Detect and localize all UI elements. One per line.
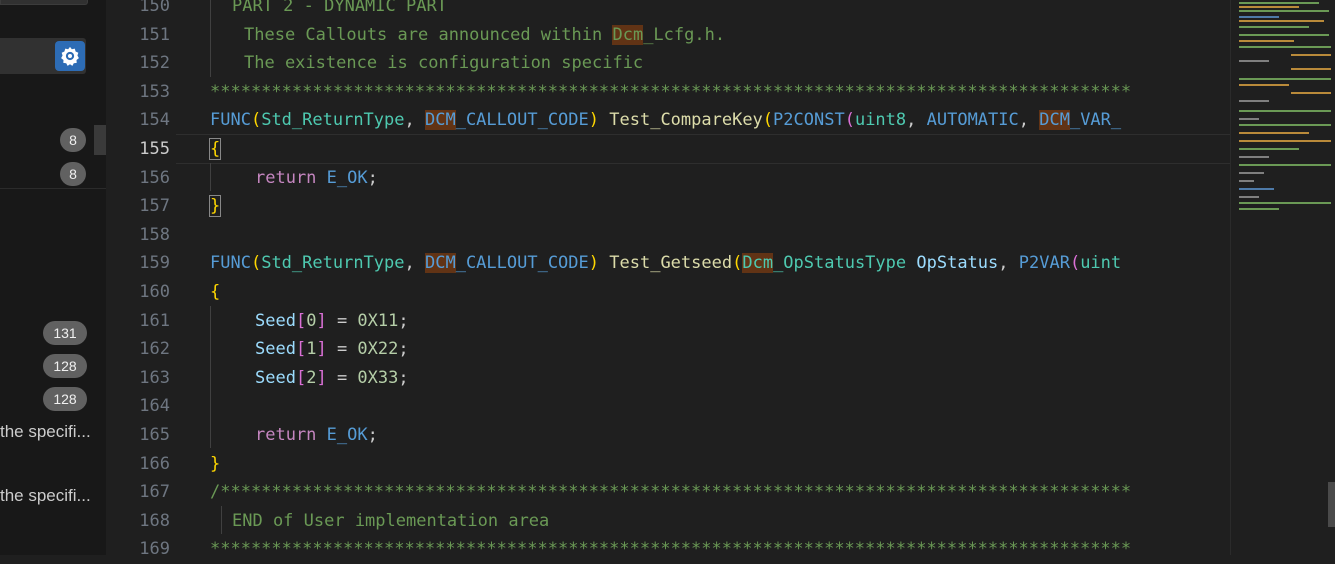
minimap-line bbox=[1291, 92, 1331, 94]
minimap-line bbox=[1239, 100, 1269, 102]
code-line: Seed[1] = 0X22; bbox=[255, 339, 409, 360]
minimap-line bbox=[1239, 148, 1299, 150]
indent-guide bbox=[221, 506, 222, 534]
minimap-line bbox=[1239, 6, 1299, 8]
minimap-line bbox=[1239, 34, 1329, 36]
minimap-line bbox=[1239, 156, 1269, 158]
line-number: 164 bbox=[139, 396, 170, 417]
minimap-line bbox=[1239, 78, 1331, 80]
line-number: 160 bbox=[139, 282, 170, 302]
minimap-line bbox=[1239, 188, 1274, 190]
line-number: 167 bbox=[139, 482, 170, 503]
code-line: FUNC(Std_ReturnType, DCM_CALLOUT_CODE) T… bbox=[210, 253, 1122, 274]
line-number: 150 bbox=[139, 0, 170, 16]
line-number: 165 bbox=[139, 425, 170, 445]
line-number: 153 bbox=[139, 81, 170, 102]
code-line: END of User implementation area bbox=[232, 510, 550, 531]
minimap-line bbox=[1239, 118, 1259, 120]
sidebar-scrollbar[interactable] bbox=[94, 125, 106, 155]
gear-settings-icon bbox=[61, 46, 79, 66]
line-number: 156 bbox=[139, 167, 170, 188]
line-number: 157 bbox=[139, 196, 170, 217]
minimap-line bbox=[1239, 60, 1269, 62]
code-line: return E_OK; bbox=[255, 425, 378, 445]
settings-button[interactable] bbox=[55, 41, 85, 71]
line-number: 151 bbox=[139, 24, 170, 45]
line-number: 161 bbox=[139, 310, 170, 331]
minimap-line bbox=[1239, 110, 1331, 112]
minimap-line bbox=[1239, 180, 1254, 182]
code-line: return E_OK; bbox=[255, 167, 378, 188]
minimap-line bbox=[1239, 140, 1331, 142]
list-item-text[interactable]: the specifi... bbox=[0, 422, 91, 442]
count-badge: 8 bbox=[60, 162, 86, 186]
code-line: ****************************************… bbox=[210, 539, 1132, 560]
code-line: Seed[2] = 0X33; bbox=[255, 367, 409, 388]
indent-guide bbox=[210, 306, 211, 448]
minimap-line bbox=[1239, 196, 1259, 198]
code-line: ****************************************… bbox=[210, 81, 1132, 102]
minimap-line bbox=[1239, 2, 1319, 4]
minimap-line bbox=[1239, 208, 1279, 210]
code-editor[interactable]: 150 151 152 153 154 155 156 157 158 159 … bbox=[106, 0, 1230, 559]
minimap-line bbox=[1239, 172, 1264, 174]
count-badge: 128 bbox=[43, 354, 87, 378]
minimap-line bbox=[1239, 84, 1289, 86]
indent-guide bbox=[210, 0, 211, 77]
line-number: 152 bbox=[139, 53, 170, 74]
divider bbox=[0, 188, 106, 189]
code-line: { bbox=[210, 282, 221, 302]
minimap-line bbox=[1239, 202, 1331, 204]
minimap-line bbox=[1239, 132, 1309, 134]
code-line: { bbox=[208, 138, 222, 160]
code-line: } bbox=[210, 453, 221, 474]
minimap-line bbox=[1291, 54, 1331, 56]
line-number: 163 bbox=[139, 367, 170, 388]
line-number: 166 bbox=[139, 453, 170, 474]
line-number: 168 bbox=[139, 510, 170, 531]
minimap-line bbox=[1239, 46, 1331, 48]
minimap-line bbox=[1291, 68, 1331, 70]
code-line: /***************************************… bbox=[210, 482, 1132, 503]
minimap-line bbox=[1239, 40, 1294, 42]
indent-guide bbox=[210, 163, 211, 191]
code-line: PART 2 - DYNAMIC PART bbox=[232, 0, 447, 16]
line-number: 158 bbox=[139, 224, 170, 245]
code-line: Seed[0] = 0X11; bbox=[255, 310, 409, 331]
minimap-line bbox=[1239, 124, 1331, 126]
vertical-scrollbar[interactable] bbox=[1328, 482, 1335, 527]
line-number: 154 bbox=[139, 110, 170, 131]
code-line: These Callouts are announced within Dcm_… bbox=[244, 24, 726, 45]
line-number: 169 bbox=[139, 539, 170, 560]
line-number: 162 bbox=[139, 339, 170, 360]
minimap-line bbox=[1239, 16, 1279, 18]
minimap[interactable] bbox=[1230, 0, 1335, 555]
count-badge: 8 bbox=[60, 128, 86, 152]
line-number-active: 155 bbox=[139, 139, 170, 159]
code-line: FUNC(Std_ReturnType, DCM_CALLOUT_CODE) T… bbox=[210, 110, 1122, 131]
minimap-line bbox=[1239, 164, 1331, 166]
code-line: The existence is configuration specific bbox=[244, 53, 644, 74]
code-line: } bbox=[208, 195, 222, 218]
search-input-top[interactable] bbox=[0, 0, 88, 5]
list-item-text[interactable]: the specifi... bbox=[0, 486, 91, 506]
current-line-highlight bbox=[176, 134, 1230, 164]
count-badge: 131 bbox=[43, 321, 87, 345]
minimap-line bbox=[1239, 20, 1324, 22]
side-panel: 8 8 131 128 128 the specifi... the speci… bbox=[0, 0, 106, 555]
count-badge: 128 bbox=[43, 387, 87, 411]
minimap-line bbox=[1239, 10, 1329, 12]
minimap-line bbox=[1239, 26, 1309, 28]
line-number: 159 bbox=[139, 253, 170, 274]
